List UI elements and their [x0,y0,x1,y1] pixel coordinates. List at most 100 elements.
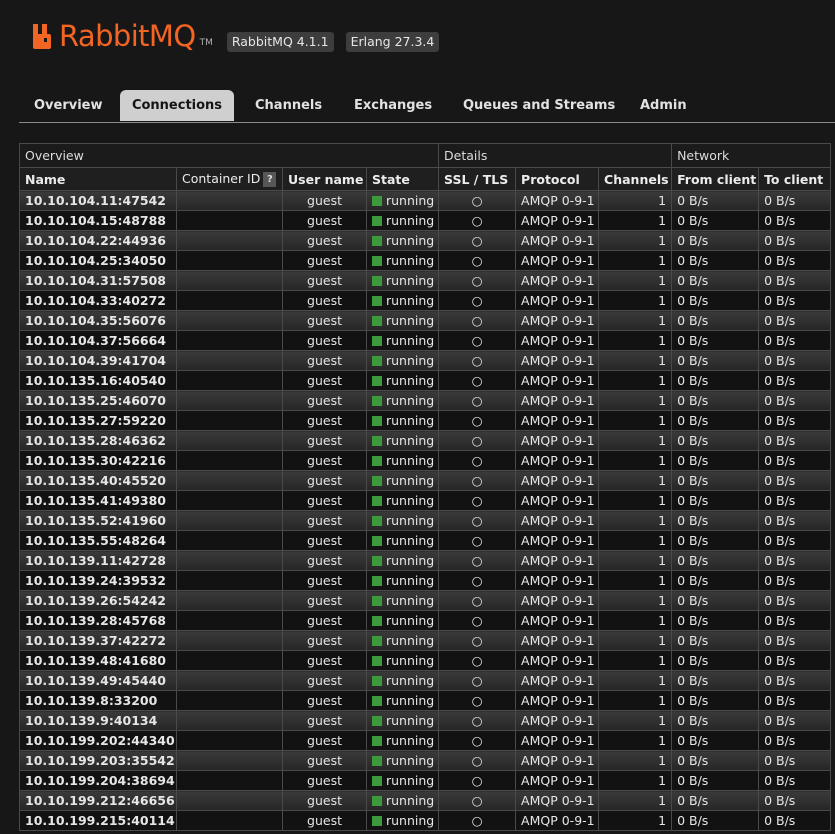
table-row[interactable]: 10.10.139.28:45768 guest running ○ AMQP 0-9-… [19,610,832,631]
from-client-rate-cell: 0 B/s [671,190,760,211]
table-row[interactable]: 10.10.104.11:47542 guest running ○ AMQP 0-9-… [19,190,832,211]
from-client-rate-cell: 0 B/s [671,730,760,751]
table-row[interactable]: 10.10.135.41:49380 guest running ○ AMQP 0-9-… [19,490,832,511]
connection-name-link[interactable]: 10.10.104.31:57508 [19,270,177,291]
container-id-cell [176,450,283,471]
container-id-cell [176,430,283,451]
running-state-icon [372,556,382,566]
connection-name-link[interactable]: 10.10.104.33:40272 [19,290,177,311]
column-header-to-client[interactable]: To client [758,167,832,191]
protocol-cell: AMQP 0-9-1 [515,490,600,511]
table-row[interactable]: 10.10.199.204:38694 guest running ○ AMQP 0-9… [19,770,832,791]
table-row[interactable]: 10.10.199.203:35542 guest running ○ AMQP 0-9… [19,750,832,771]
main-nav-tabs: Overview Connections Channels Exchanges … [19,90,835,123]
connection-name-link[interactable]: 10.10.104.37:56664 [19,330,177,351]
from-client-rate-cell: 0 B/s [671,570,760,591]
connection-name-link[interactable]: 10.10.135.16:40540 [19,370,177,391]
connection-name-link[interactable]: 10.10.139.37:42272 [19,630,177,651]
connection-name-link[interactable]: 10.10.135.55:48264 [19,530,177,551]
table-row[interactable]: 10.10.135.55:48264 guest running ○ AMQP 0-9-… [19,530,832,551]
from-client-rate-cell: 0 B/s [671,650,760,671]
connection-name-link[interactable]: 10.10.139.8:33200 [19,690,177,711]
tab-connections[interactable]: Connections [120,90,234,121]
column-header-state[interactable]: State [365,167,440,191]
connection-name-link[interactable]: 10.10.135.25:46070 [19,390,177,411]
table-row[interactable]: 10.10.139.11:42728 guest running ○ AMQP 0-9-… [19,550,832,571]
to-client-rate-cell: 0 B/s [758,190,832,211]
connection-name-link[interactable]: 10.10.139.26:54242 [19,590,177,611]
tab-queues-and-streams[interactable]: Queues and Streams [463,90,615,121]
connection-name-link[interactable]: 10.10.135.40:45520 [19,470,177,491]
state-cell: running [365,690,440,711]
table-row[interactable]: 10.10.135.27:59220 guest running ○ AMQP 0-9-… [19,410,832,431]
state-label: running [386,373,435,388]
connection-name-link[interactable]: 10.10.199.212:46656 [19,790,177,811]
table-row[interactable]: 10.10.135.30:42216 guest running ○ AMQP 0-9-… [19,450,832,471]
tab-exchanges[interactable]: Exchanges [354,90,432,121]
tab-admin[interactable]: Admin [640,90,687,121]
help-icon[interactable]: ? [263,172,277,187]
connection-name-link[interactable]: 10.10.135.27:59220 [19,410,177,431]
column-header-name[interactable]: Name [19,167,177,191]
connection-name-link[interactable]: 10.10.139.28:45768 [19,610,177,631]
table-row[interactable]: 10.10.199.215:40114 guest running ○ AMQP 0-9… [19,810,832,831]
state-label: running [386,733,435,748]
connection-name-link[interactable]: 10.10.139.9:40134 [19,710,177,731]
container-id-cell [176,470,283,491]
state-cell: running [365,430,440,451]
connection-name-link[interactable]: 10.10.104.15:48788 [19,210,177,231]
ssl-tls-cell: ○ [438,730,517,751]
table-row[interactable]: 10.10.104.31:57508 guest running ○ AMQP 0-9-… [19,270,832,291]
table-row[interactable]: 10.10.139.8:33200 guest running ○ AMQP 0-9-1… [19,690,832,711]
connection-name-link[interactable]: 10.10.135.52:41960 [19,510,177,531]
from-client-rate-cell: 0 B/s [671,290,760,311]
table-row[interactable]: 10.10.135.28:46362 guest running ○ AMQP 0-9-… [19,430,832,451]
to-client-rate-cell: 0 B/s [758,370,832,391]
connection-name-link[interactable]: 10.10.104.35:56076 [19,310,177,331]
column-header-user-name[interactable]: User name [282,167,367,191]
connection-name-link[interactable]: 10.10.199.204:38694 [19,770,177,791]
table-row[interactable]: 10.10.104.37:56664 guest running ○ AMQP 0-9-… [19,330,832,351]
connection-name-link[interactable]: 10.10.139.11:42728 [19,550,177,571]
connection-name-link[interactable]: 10.10.139.49:45440 [19,670,177,691]
column-header-ssl-tls[interactable]: SSL / TLS [438,167,517,191]
column-label: To client [764,171,824,187]
column-header-protocol[interactable]: Protocol [515,167,600,191]
table-row[interactable]: 10.10.199.212:46656 guest running ○ AMQP 0-9… [19,790,832,811]
rabbitmq-logo[interactable]: RabbitMQ TM [32,21,213,51]
connection-name-link[interactable]: 10.10.135.41:49380 [19,490,177,511]
tab-channels[interactable]: Channels [255,90,322,121]
table-row[interactable]: 10.10.139.24:39532 guest running ○ AMQP 0-9-… [19,570,832,591]
tab-overview[interactable]: Overview [34,90,103,121]
table-row[interactable]: 10.10.135.25:46070 guest running ○ AMQP 0-9-… [19,390,832,411]
connection-name-link[interactable]: 10.10.135.30:42216 [19,450,177,471]
column-header-channels[interactable]: Channels [598,167,673,191]
column-header-from-client[interactable]: From client [671,167,760,191]
connection-name-link[interactable]: 10.10.104.22:44936 [19,230,177,251]
connection-name-link[interactable]: 10.10.104.39:41704 [19,350,177,371]
table-row[interactable]: 10.10.199.202:44340 guest running ○ AMQP 0-9… [19,730,832,751]
table-row[interactable]: 10.10.139.37:42272 guest running ○ AMQP 0-9-… [19,630,832,651]
connection-name-link[interactable]: 10.10.139.48:41680 [19,650,177,671]
table-row[interactable]: 10.10.104.25:34050 guest running ○ AMQP 0-9-… [19,250,832,271]
table-row[interactable]: 10.10.135.52:41960 guest running ○ AMQP 0-9-… [19,510,832,531]
table-row[interactable]: 10.10.139.9:40134 guest running ○ AMQP 0-9-1… [19,710,832,731]
connection-name-link[interactable]: 10.10.199.215:40114 [19,810,177,831]
table-row[interactable]: 10.10.104.35:56076 guest running ○ AMQP 0-9-… [19,310,832,331]
table-row[interactable]: 10.10.104.15:48788 guest running ○ AMQP 0-9-… [19,210,832,231]
column-header-container-id[interactable]: Container ID? [176,167,283,191]
connection-name-link[interactable]: 10.10.135.28:46362 [19,430,177,451]
connection-name-link[interactable]: 10.10.104.11:47542 [19,190,177,211]
table-row[interactable]: 10.10.104.22:44936 guest running ○ AMQP 0-9-… [19,230,832,251]
connection-name-link[interactable]: 10.10.139.24:39532 [19,570,177,591]
table-row[interactable]: 10.10.135.16:40540 guest running ○ AMQP 0-9-… [19,370,832,391]
table-row[interactable]: 10.10.104.39:41704 guest running ○ AMQP 0-9-… [19,350,832,371]
connection-name-link[interactable]: 10.10.104.25:34050 [19,250,177,271]
table-row[interactable]: 10.10.139.48:41680 guest running ○ AMQP 0-9-… [19,650,832,671]
connection-name-link[interactable]: 10.10.199.203:35542 [19,750,177,771]
connection-name-link[interactable]: 10.10.199.202:44340 [19,730,177,751]
table-row[interactable]: 10.10.135.40:45520 guest running ○ AMQP 0-9-… [19,470,832,491]
table-row[interactable]: 10.10.104.33:40272 guest running ○ AMQP 0-9-… [19,290,832,311]
table-row[interactable]: 10.10.139.49:45440 guest running ○ AMQP 0-9-… [19,670,832,691]
table-row[interactable]: 10.10.139.26:54242 guest running ○ AMQP 0-9-… [19,590,832,611]
